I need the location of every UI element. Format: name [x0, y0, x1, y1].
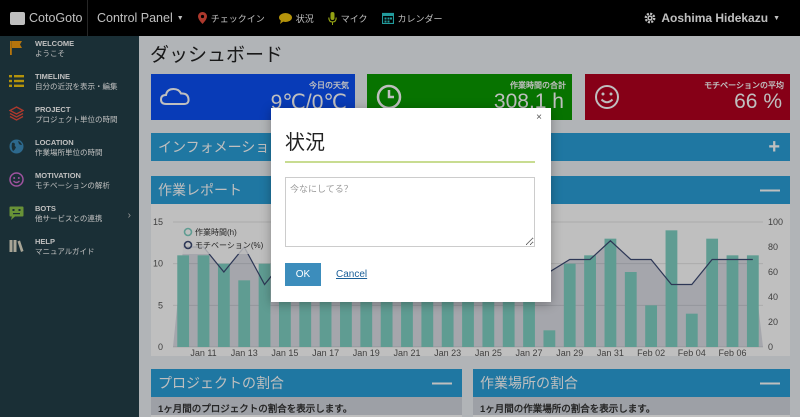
modal-title: 状況	[285, 132, 325, 154]
close-icon[interactable]: ×	[536, 112, 542, 123]
cancel-link[interactable]: Cancel	[336, 269, 367, 280]
status-textarea[interactable]	[285, 177, 535, 247]
ok-button[interactable]: OK	[285, 263, 321, 286]
modal-divider	[285, 161, 535, 163]
status-modal: × 状況 OK Cancel	[271, 108, 551, 302]
